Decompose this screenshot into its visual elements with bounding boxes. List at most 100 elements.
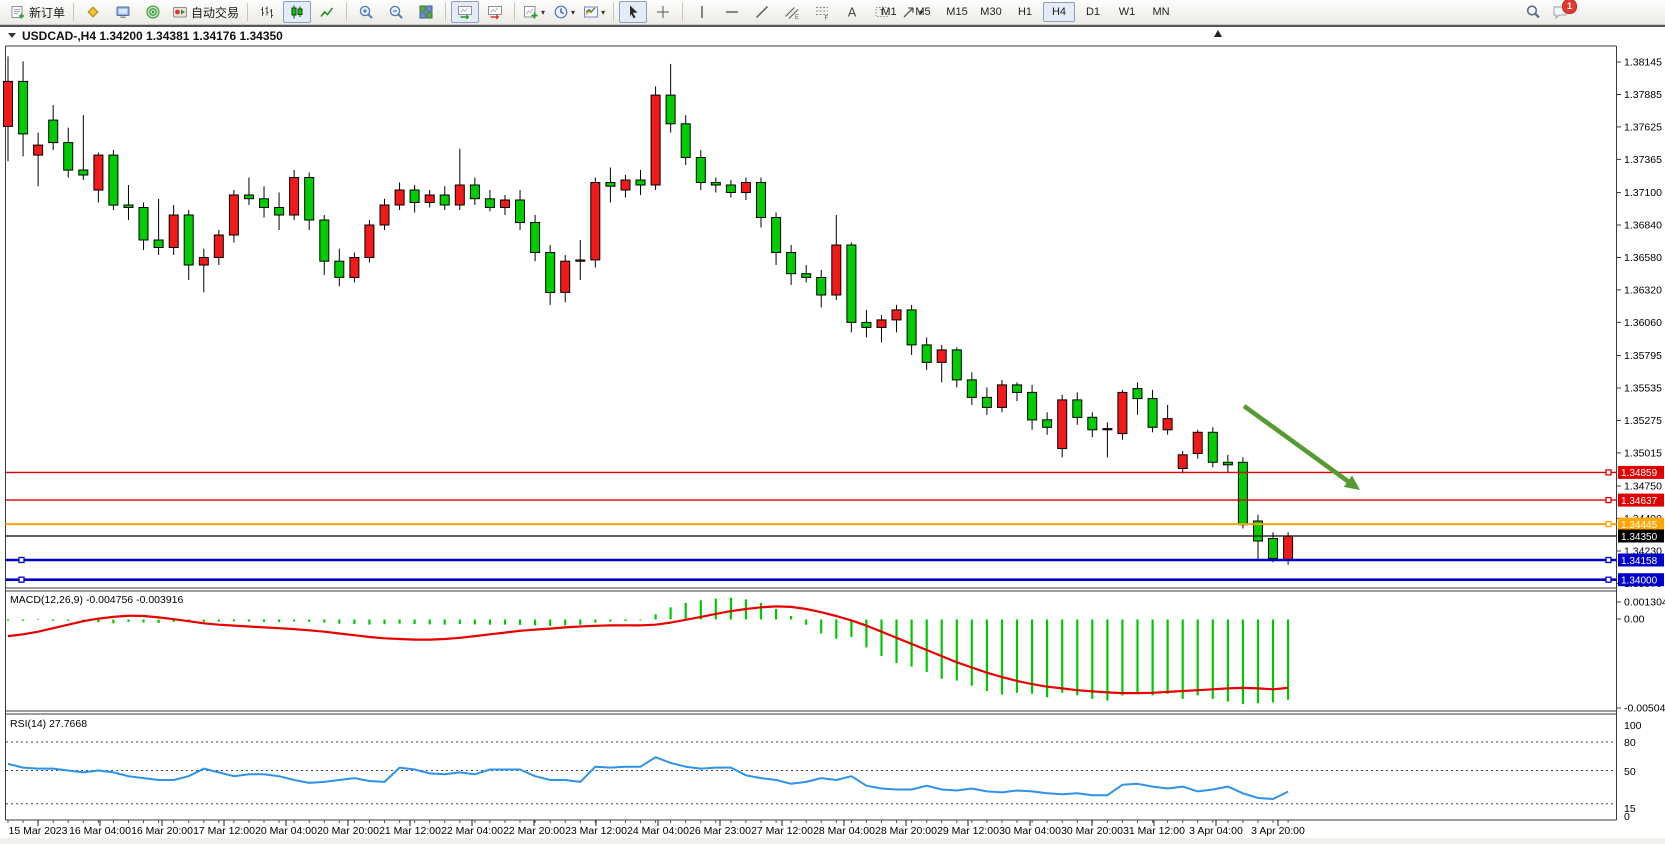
- market-watch-button-icon: [115, 4, 131, 20]
- vertical-line-button[interactable]: [688, 1, 716, 23]
- zoom-out-button[interactable]: [382, 1, 410, 23]
- svg-text:1.37365: 1.37365: [1624, 154, 1662, 166]
- svg-text:A: A: [848, 6, 857, 20]
- chart-title-collapse-icon[interactable]: [8, 33, 16, 38]
- svg-text:1.34859: 1.34859: [1621, 468, 1658, 479]
- periods-button-icon: [553, 4, 569, 20]
- timeframe-D1-button[interactable]: D1: [1077, 2, 1109, 22]
- toolbar-separator: [682, 3, 683, 21]
- channel-button-icon: E: [784, 4, 800, 20]
- market-watch-button[interactable]: [109, 1, 137, 23]
- chart-canvas[interactable]: USDCAD-,H4 1.34200 1.34381 1.34176 1.343…: [0, 27, 1665, 844]
- chat-button[interactable]: 1: [1549, 1, 1586, 23]
- svg-text:29 Mar 12:00: 29 Mar 12:00: [937, 825, 999, 837]
- svg-text:28 Mar 04:00: 28 Mar 04:00: [813, 825, 875, 837]
- timeframe-M30-button[interactable]: M30: [975, 2, 1007, 22]
- line-chart-button[interactable]: [313, 1, 341, 23]
- auto-scroll-button[interactable]: [451, 1, 479, 23]
- profile-button-icon: [85, 4, 101, 20]
- candle-chart-button[interactable]: [283, 1, 311, 23]
- chevron-down-icon[interactable]: ▾: [571, 8, 575, 17]
- macd-label: MACD(12,26,9) -0.004756 -0.003916: [10, 594, 184, 606]
- signals-button[interactable]: [139, 1, 167, 23]
- autotrade-button[interactable]: 自动交易: [169, 1, 242, 23]
- templates-button[interactable]: ▾: [580, 1, 608, 23]
- svg-text:1.34637: 1.34637: [1621, 496, 1658, 507]
- new-order-button[interactable]: 新订单: [7, 1, 68, 23]
- autotrade-button-icon: [172, 4, 188, 20]
- svg-text:E: E: [795, 15, 799, 20]
- search-button[interactable]: [1519, 1, 1547, 23]
- timeframe-MN-button[interactable]: MN: [1145, 2, 1177, 22]
- svg-text:27 Mar 12:00: 27 Mar 12:00: [751, 825, 813, 837]
- rsi-label: RSI(14) 27.7668: [10, 718, 87, 730]
- trendline-button[interactable]: [748, 1, 776, 23]
- auto-scroll-button-icon: [457, 4, 473, 20]
- chart-shift-marker[interactable]: [1214, 30, 1222, 37]
- svg-text:16 Mar 20:00: 16 Mar 20:00: [131, 825, 193, 837]
- trendline-button-icon: [754, 4, 770, 20]
- fibonacci-button-icon: F: [814, 4, 830, 20]
- svg-text:1.36320: 1.36320: [1624, 285, 1662, 297]
- svg-text:1.35795: 1.35795: [1624, 350, 1662, 362]
- hline-1.34000[interactable]: [6, 577, 1617, 582]
- svg-text:100: 100: [1624, 720, 1642, 732]
- svg-text:-0.005044: -0.005044: [1624, 703, 1665, 715]
- horizontal-line-button[interactable]: [718, 1, 746, 23]
- autotrade-button-label: 自动交易: [191, 4, 239, 21]
- profile-button[interactable]: [79, 1, 107, 23]
- svg-text:80: 80: [1624, 737, 1636, 749]
- fibonacci-button[interactable]: F: [808, 1, 836, 23]
- timeframe-M1-button[interactable]: M1: [873, 2, 905, 22]
- toolbar-separator: [247, 3, 248, 21]
- hline-1.34637[interactable]: [6, 498, 1617, 503]
- periods-button[interactable]: ▾: [550, 1, 578, 23]
- zoom-in-button[interactable]: [352, 1, 380, 23]
- svg-text:1.34350: 1.34350: [1621, 532, 1658, 543]
- text-button[interactable]: A: [838, 1, 866, 23]
- timeframe-M15-button[interactable]: M15: [941, 2, 973, 22]
- indicators-button[interactable]: ▾: [520, 1, 548, 23]
- svg-text:22 Mar 20:00: 22 Mar 20:00: [503, 825, 565, 837]
- channel-button[interactable]: E: [778, 1, 806, 23]
- timeframe-H1-button[interactable]: H1: [1009, 2, 1041, 22]
- chevron-down-icon[interactable]: ▾: [601, 8, 605, 17]
- hline-1.34158[interactable]: [6, 558, 1617, 563]
- hline-1.34445[interactable]: [6, 522, 1617, 527]
- svg-text:3 Apr 20:00: 3 Apr 20:00: [1251, 825, 1305, 837]
- timeframe-W1-button[interactable]: W1: [1111, 2, 1143, 22]
- svg-text:22 Mar 04:00: 22 Mar 04:00: [441, 825, 503, 837]
- chart-window[interactable]: USDCAD-,H4 1.34200 1.34381 1.34176 1.343…: [0, 27, 1665, 844]
- svg-text:31 Mar 12:00: 31 Mar 12:00: [1123, 825, 1185, 837]
- trend-arrow[interactable]: [1244, 406, 1360, 490]
- bar-chart-button-icon: [259, 4, 275, 20]
- svg-text:1.35015: 1.35015: [1624, 448, 1662, 460]
- cursor-button[interactable]: [619, 1, 647, 23]
- indicators-button-icon: [523, 4, 539, 20]
- status-strip: [0, 838, 1665, 844]
- rsi-pane: RSI(14) 27.76681008050150: [6, 718, 1642, 823]
- timeframe-H4-button[interactable]: H4: [1043, 2, 1075, 22]
- tile-windows-button[interactable]: [412, 1, 440, 23]
- svg-text:0: 0: [1624, 811, 1630, 823]
- macd-pane: MACD(12,26,9) -0.004756 -0.003916 0.00130…: [8, 594, 1665, 715]
- toolbar-separator: [445, 3, 446, 21]
- timeframe-M5-button[interactable]: M5: [907, 2, 939, 22]
- chart-shift-button[interactable]: [481, 1, 509, 23]
- line-chart-button-icon: [319, 4, 335, 20]
- svg-text:20 Mar 20:00: 20 Mar 20:00: [317, 825, 379, 837]
- candle-chart-button-icon: [289, 4, 305, 20]
- svg-text:1.37885: 1.37885: [1624, 89, 1662, 101]
- macd-histogram: [8, 598, 1288, 704]
- svg-text:20 Mar 04:00: 20 Mar 04:00: [255, 825, 317, 837]
- chevron-down-icon[interactable]: ▾: [541, 8, 545, 17]
- svg-text:0.001304: 0.001304: [1624, 597, 1665, 609]
- vertical-line-button-icon: [694, 4, 710, 20]
- candlestick-series: [4, 56, 1293, 564]
- svg-text:23 Mar 12:00: 23 Mar 12:00: [565, 825, 627, 837]
- bar-chart-button[interactable]: [253, 1, 281, 23]
- crosshair-button[interactable]: [649, 1, 677, 23]
- svg-text:30 Mar 04:00: 30 Mar 04:00: [999, 825, 1061, 837]
- hline-1.34859[interactable]: [6, 470, 1617, 475]
- main-toolbar: 新订单自动交易▾▾▾EFAT▾ M1M5M15M30H1H4D1W1MN 1: [0, 0, 1665, 25]
